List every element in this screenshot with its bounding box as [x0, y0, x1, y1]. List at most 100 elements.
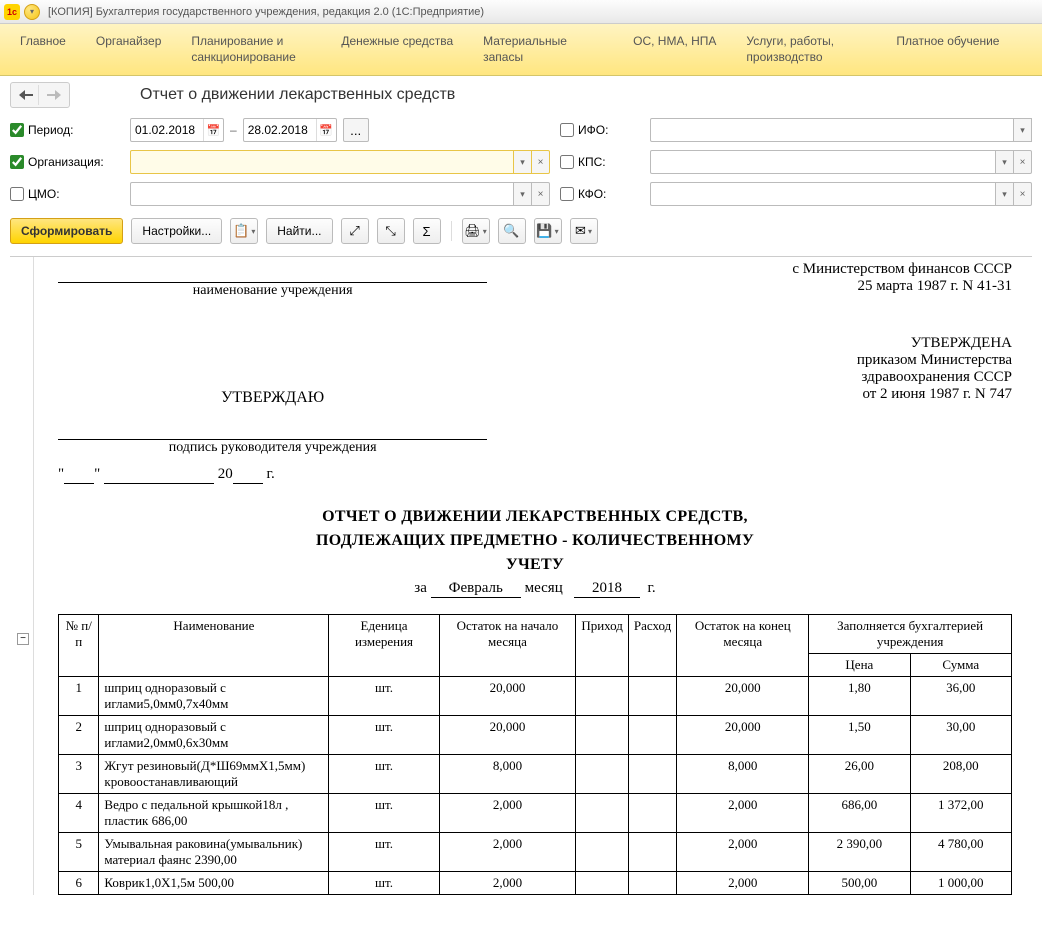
right-line-3: УТВЕРЖДЕНА	[535, 335, 1012, 352]
ifo-combo[interactable]: ▾	[650, 118, 1032, 142]
cmo-combo[interactable]: ▾ ×	[130, 182, 550, 206]
calendar-icon[interactable]: 📅	[316, 119, 336, 141]
date-to-field[interactable]	[244, 123, 316, 137]
cell-start: 2,000	[439, 872, 576, 895]
cell-unit: шт.	[329, 716, 439, 755]
generate-button[interactable]: Сформировать	[10, 218, 123, 244]
chevron-down-icon[interactable]: ▾	[996, 182, 1014, 206]
save-button[interactable]: 💾	[534, 218, 562, 244]
cell-unit: шт.	[329, 794, 439, 833]
kps-label[interactable]: КПС:	[560, 155, 640, 169]
kfo-input[interactable]	[650, 182, 996, 206]
col-income: Приход	[576, 615, 629, 677]
tree-toggle-button[interactable]: −	[17, 633, 29, 645]
window-title: [КОПИЯ] Бухгалтерия государственного учр…	[48, 6, 484, 18]
date-to-input[interactable]: 📅	[243, 118, 337, 142]
org-checkbox[interactable]	[10, 155, 24, 169]
arrow-left-icon	[19, 90, 33, 100]
expand-button[interactable]: ⤢	[341, 218, 369, 244]
tree-gutter: −	[14, 257, 34, 895]
clear-icon[interactable]: ×	[532, 182, 550, 206]
cell-num: 6	[59, 872, 99, 895]
print-button[interactable]: 🖨	[462, 218, 490, 244]
clear-icon[interactable]: ×	[1014, 182, 1032, 206]
cell-sum: 36,00	[910, 677, 1012, 716]
find-button[interactable]: Найти...	[266, 218, 332, 244]
cell-end: 20,000	[677, 716, 809, 755]
nav-forward-button[interactable]	[41, 85, 67, 105]
kps-combo[interactable]: ▾ ×	[650, 150, 1032, 174]
period-checkbox[interactable]	[10, 123, 24, 137]
copy-button[interactable]: 📋	[230, 218, 258, 244]
clear-icon[interactable]: ×	[532, 150, 550, 174]
email-button[interactable]: ✉	[570, 218, 598, 244]
sign-label: подпись руководителя учреждения	[58, 440, 487, 456]
cell-num: 3	[59, 755, 99, 794]
cmo-input[interactable]	[130, 182, 514, 206]
cell-name: Ведро с педальной крышкой18л , пластик 6…	[99, 794, 329, 833]
table-row[interactable]: 6Коврик1,0Х1,5м 500,00шт.2,0002,000500,0…	[59, 872, 1012, 895]
col-price: Цена	[809, 654, 910, 677]
cell-income	[576, 872, 629, 895]
chevron-down-icon[interactable]: ▾	[1014, 118, 1032, 142]
cell-end: 2,000	[677, 833, 809, 872]
kps-checkbox[interactable]	[560, 155, 574, 169]
cell-expense	[628, 755, 676, 794]
ifo-checkbox[interactable]	[560, 123, 574, 137]
institution-name-line	[58, 261, 487, 283]
cell-end: 2,000	[677, 794, 809, 833]
doc-title-2: ПОДЛЕЖАЩИХ ПРЕДМЕТНО - КОЛИЧЕСТВЕННОМУ	[58, 532, 1012, 550]
date-from-field[interactable]	[131, 123, 203, 137]
menu-materials[interactable]: Материальные запасы	[483, 34, 603, 65]
cmo-checkbox[interactable]	[10, 187, 24, 201]
cell-name: Жгут резиновый(Д*Ш69ммХ1,5мм) кровоостан…	[99, 755, 329, 794]
cell-end: 8,000	[677, 755, 809, 794]
calendar-icon[interactable]: 📅	[203, 119, 223, 141]
cell-price: 500,00	[809, 872, 910, 895]
ifo-label[interactable]: ИФО:	[560, 123, 640, 137]
chevron-down-icon[interactable]: ▾	[996, 150, 1014, 174]
collapse-button[interactable]: ⤡	[377, 218, 405, 244]
kps-input[interactable]	[650, 150, 996, 174]
table-row[interactable]: 3Жгут резиновый(Д*Ш69ммХ1,5мм) кровооста…	[59, 755, 1012, 794]
menu-main[interactable]: Главное	[20, 34, 66, 65]
period-inputs: 📅 – 📅 ...	[130, 118, 550, 142]
period-label[interactable]: Период:	[10, 123, 120, 137]
org-label[interactable]: Организация:	[10, 155, 120, 169]
kfo-combo[interactable]: ▾ ×	[650, 182, 1032, 206]
cmo-label[interactable]: ЦМО:	[10, 187, 120, 201]
ifo-input[interactable]	[650, 118, 1014, 142]
settings-button[interactable]: Настройки...	[131, 218, 222, 244]
menu-education[interactable]: Платное обучение	[896, 34, 999, 65]
menu-services[interactable]: Услуги, работы, производство	[746, 34, 866, 65]
chevron-down-icon[interactable]: ▾	[514, 150, 532, 174]
app-icon-1c: 1c	[4, 4, 20, 20]
cell-expense	[628, 794, 676, 833]
dropdown-icon[interactable]: ▾	[24, 4, 40, 20]
menu-os[interactable]: ОС, НМА, НПА	[633, 34, 716, 65]
table-row[interactable]: 1шприц одноразовый с иглами5,0мм0,7х40мм…	[59, 677, 1012, 716]
menu-planning[interactable]: Планирование и санкционирование	[191, 34, 311, 65]
cell-name: шприц одноразовый с иглами5,0мм0,7х40мм	[99, 677, 329, 716]
period-ellipsis-button[interactable]: ...	[343, 118, 369, 142]
table-row[interactable]: 5Умывальная раковина(умывальник) материа…	[59, 833, 1012, 872]
cell-income	[576, 716, 629, 755]
preview-button[interactable]: 🔍	[498, 218, 526, 244]
table-row[interactable]: 2шприц одноразовый с иглами2,0мм0,6х30мм…	[59, 716, 1012, 755]
doc-title-3: УЧЕТУ	[58, 556, 1012, 574]
menu-organizer[interactable]: Органайзер	[96, 34, 162, 65]
menu-cash[interactable]: Денежные средства	[341, 34, 453, 65]
kfo-label[interactable]: КФО:	[560, 187, 640, 201]
table-row[interactable]: 4Ведро с педальной крышкой18л , пластик …	[59, 794, 1012, 833]
org-combo[interactable]: ▾ ×	[130, 150, 550, 174]
cell-sum: 4 780,00	[910, 833, 1012, 872]
date-from-input[interactable]: 📅	[130, 118, 224, 142]
nav-back-button[interactable]	[13, 85, 39, 105]
org-input[interactable]	[130, 150, 514, 174]
sum-button[interactable]: Σ	[413, 218, 441, 244]
chevron-down-icon[interactable]: ▾	[514, 182, 532, 206]
kfo-checkbox[interactable]	[560, 187, 574, 201]
col-name: Наименование	[99, 615, 329, 677]
clear-icon[interactable]: ×	[1014, 150, 1032, 174]
cell-name: Умывальная раковина(умывальник) материал…	[99, 833, 329, 872]
